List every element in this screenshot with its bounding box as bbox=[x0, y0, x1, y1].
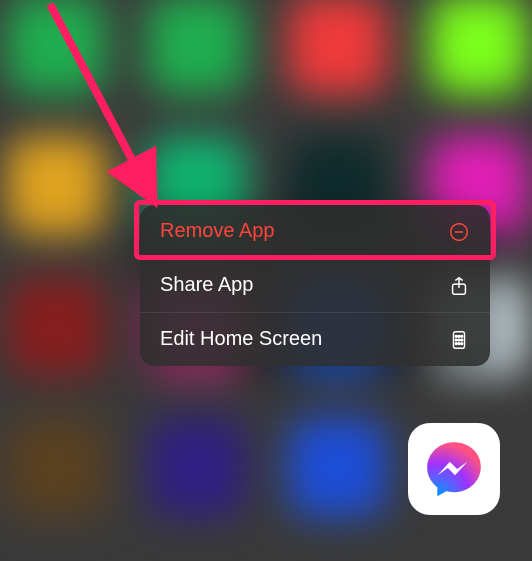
remove-icon bbox=[448, 221, 470, 243]
messenger-app-icon[interactable] bbox=[408, 423, 500, 515]
share-icon bbox=[448, 275, 470, 297]
menu-item-edit-home-screen[interactable]: Edit Home Screen bbox=[140, 312, 490, 366]
menu-item-label: Remove App bbox=[160, 220, 275, 243]
menu-item-label: Edit Home Screen bbox=[160, 328, 322, 351]
edit-home-icon bbox=[448, 329, 470, 351]
menu-item-label: Share App bbox=[160, 274, 253, 297]
context-menu: Remove App Share App Edit Home Screen bbox=[140, 205, 490, 366]
menu-item-share-app[interactable]: Share App bbox=[140, 258, 490, 312]
menu-item-remove-app[interactable]: Remove App bbox=[140, 205, 490, 258]
messenger-icon bbox=[421, 436, 487, 502]
